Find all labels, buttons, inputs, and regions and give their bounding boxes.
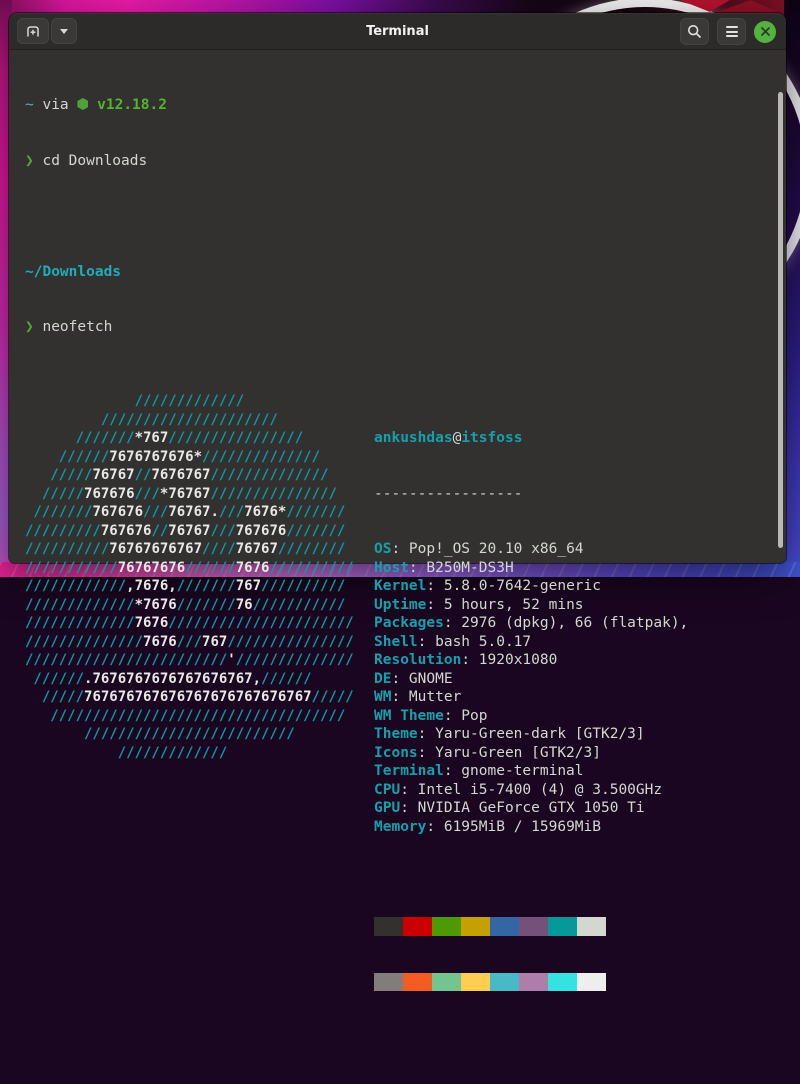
neofetch-info-row: Theme: Yaru-Green-dark [GTK2/3] <box>374 725 772 744</box>
neofetch-info-row: Shell: bash 5.0.17 <box>374 633 772 652</box>
ascii-art-line: ///////////76767676//////7676////////// <box>25 559 374 578</box>
blank-line <box>25 207 772 226</box>
palette-swatch <box>519 917 548 936</box>
ascii-art-line: /////////////////////////////////// <box>25 707 374 726</box>
palette-swatch <box>432 917 461 936</box>
cwd-line: ~/Downloads <box>25 263 772 282</box>
new-tab-button[interactable] <box>17 18 49 44</box>
ascii-art-line: //////////76767676767////76767//////// <box>25 540 374 559</box>
command-text: cd Downloads <box>42 153 147 169</box>
search-button[interactable] <box>680 18 709 45</box>
palette-swatch <box>490 917 519 936</box>
ascii-art-line: ///////*767//////////////// <box>25 429 374 448</box>
palette-swatch <box>461 973 490 992</box>
ascii-art-line: /////////767676//76767///767676/////// <box>25 522 374 541</box>
neofetch-info-row: Icons: Yaru-Green [GTK2/3] <box>374 744 772 763</box>
neofetch-info-row: Resolution: 1920x1080 <box>374 651 772 670</box>
ascii-art-line: /////767676///*76767/////////////// <box>25 485 374 504</box>
palette-swatch <box>461 917 490 936</box>
close-button[interactable] <box>754 21 776 43</box>
palette-swatch <box>548 917 577 936</box>
palette-swatch <box>432 973 461 992</box>
tab-list-dropdown-button[interactable] <box>51 18 77 44</box>
nodejs-hexagon-icon <box>77 98 88 110</box>
prompt-chevron: ❯ <box>25 319 34 335</box>
desktop: { "window": { "title": "Terminal", "left… <box>0 0 800 577</box>
neofetch-info-row: Memory: 6195MiB / 15969MiB <box>374 818 772 837</box>
prompt-chevron: ❯ <box>25 153 34 169</box>
node-version: v12.18.2 <box>97 97 167 113</box>
new-tab-icon <box>25 23 41 39</box>
ascii-art-line: ///////////// <box>25 744 374 763</box>
neofetch-info-row: Packages: 2976 (dpkg), 66 (flatpak), <box>374 614 772 633</box>
menu-icon <box>726 26 738 37</box>
neofetch-info-row: Host: B250M-DS3H <box>374 559 772 578</box>
at-symbol: @ <box>453 430 462 446</box>
command-text: neofetch <box>42 319 112 335</box>
palette-swatch <box>548 973 577 992</box>
scrollbar-thumb[interactable] <box>778 92 783 548</box>
ascii-art-line: //////.7676767676767676767,////// <box>25 670 374 689</box>
neofetch-info-row: Kernel: 5.8.0-7642-generic <box>374 577 772 596</box>
palette-row-bright <box>374 973 772 992</box>
home-symbol: ~ <box>25 97 34 113</box>
ascii-art-line: //////7676767676*////////////// <box>25 448 374 467</box>
palette-swatch <box>374 917 403 936</box>
palette-swatch <box>519 973 548 992</box>
ascii-art-line: //////////////7676///767/////////////// <box>25 633 374 652</box>
prompt-status-line: ~ via v12.18.2 <box>25 96 772 115</box>
command-line: ❯ cd Downloads <box>25 152 772 171</box>
ascii-art-line: ///////////// <box>25 392 374 411</box>
ascii-art-line: ////////////,7676,///////767////////// <box>25 577 374 596</box>
neofetch-info-row: Uptime: 5 hours, 52 mins <box>374 596 772 615</box>
ascii-art-line: /////76767//7676767////////////// <box>25 466 374 485</box>
neofetch-info-row: CPU: Intel i5-7400 (4) @ 3.500GHz <box>374 781 772 800</box>
palette-swatch <box>490 973 519 992</box>
ascii-art-line: ///////////////////////// <box>25 725 374 744</box>
palette-swatch <box>577 917 606 936</box>
ascii-art-line: ///////767676///76767.///7676*/////// <box>25 503 374 522</box>
via-word: via <box>42 97 68 113</box>
neofetch-info-row: WM: Mutter <box>374 688 772 707</box>
neofetch-info-row: Terminal: gnome-terminal <box>374 762 772 781</box>
search-icon <box>687 24 702 39</box>
ascii-art-line: /////767676767676767676767676767///// <box>25 688 374 707</box>
ascii-art-line: ////////////////////////'////////////// <box>25 651 374 670</box>
palette-swatch <box>403 973 432 992</box>
neofetch-host: itsfoss <box>461 430 522 446</box>
terminal-content[interactable]: ~ via v12.18.2 ❯ cd Downloads ~/Download… <box>9 50 786 555</box>
neofetch-output: ///////////// ///////////////////// ////… <box>25 392 772 1028</box>
neofetch-info-row: WM Theme: Pop <box>374 707 772 726</box>
neofetch-info-row: OS: Pop!_OS 20.10 x86_64 <box>374 540 772 559</box>
current-directory: ~/Downloads <box>25 264 121 280</box>
window-title: Terminal <box>9 13 786 49</box>
menu-button[interactable] <box>717 18 746 45</box>
palette-swatch <box>577 973 606 992</box>
neofetch-info-list: OS: Pop!_OS 20.10 x86_64Host: B250M-DS3H… <box>374 540 772 836</box>
ascii-art-line: /////////////*7676///////76/////////// <box>25 596 374 615</box>
command-line: ❯ neofetch <box>25 318 772 337</box>
neofetch-info-row: DE: GNOME <box>374 670 772 689</box>
neofetch-info-row: GPU: NVIDIA GeForce GTX 1050 Ti <box>374 799 772 818</box>
terminal-window: Terminal ~ via v12.18.2 ❯ cd Downloads <box>9 13 786 563</box>
neofetch-separator: ----------------- <box>374 485 772 504</box>
palette-swatch <box>403 917 432 936</box>
ascii-art-line: ///////////////////// <box>25 411 374 430</box>
chevron-down-icon <box>60 29 68 34</box>
neofetch-info-column: ankushdas@itsfoss ----------------- OS: … <box>374 392 772 1028</box>
neofetch-ascii-art: ///////////// ///////////////////// ////… <box>25 392 374 1028</box>
neofetch-user-host: ankushdas@itsfoss <box>374 429 772 448</box>
palette-gap <box>374 873 772 880</box>
titlebar[interactable]: Terminal <box>9 13 786 50</box>
palette-swatch <box>374 973 403 992</box>
neofetch-user: ankushdas <box>374 430 453 446</box>
close-icon <box>760 26 771 37</box>
palette-row-normal <box>374 917 772 936</box>
ascii-art-line: /////////////7676////////////////////// <box>25 614 374 633</box>
